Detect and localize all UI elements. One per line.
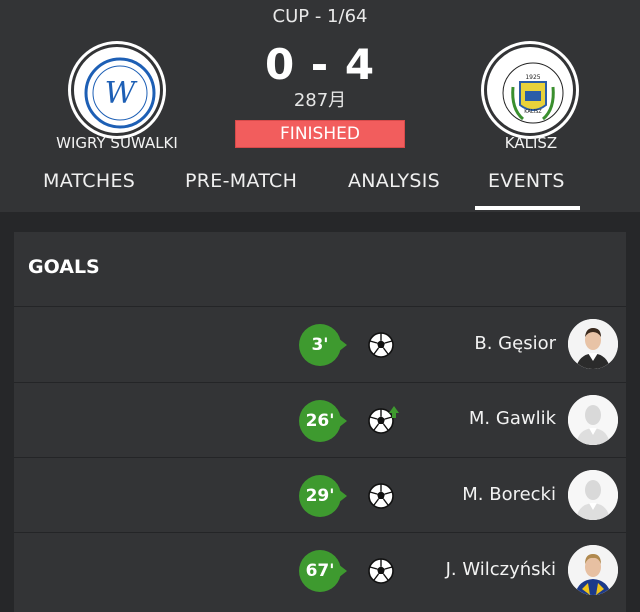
svg-text:KALISZ: KALISZ [524, 109, 542, 115]
section-title: GOALS [28, 256, 100, 278]
tab-pre-match[interactable]: PRE-MATCH [185, 170, 297, 192]
tab-bar: MATCHES PRE-MATCH ANALYSIS EVENTS [0, 168, 640, 212]
goal-row[interactable]: 67' J. Wilczyński [14, 533, 626, 608]
home-team-crest[interactable]: W [71, 44, 163, 136]
match-score: 0 - 4 [264, 40, 376, 89]
goal-row[interactable]: 29' M. Borecki [14, 458, 626, 533]
kalisz-crest-icon: 1925 KALISZ [502, 62, 564, 124]
home-team-name: WIGRY SUWALKI [56, 134, 178, 152]
player-photo-icon [568, 545, 618, 595]
match-status-badge: FINISHED [235, 120, 405, 148]
svg-text:1925: 1925 [525, 74, 540, 81]
goal-minute-badge: 67' [299, 550, 341, 592]
match-header: CUP - 1/64 W WIGRY SUWALKI 0 - 4 287月 FI… [0, 0, 640, 212]
goal-scorer[interactable]: M. Borecki [336, 484, 556, 505]
player-avatar[interactable] [568, 545, 618, 595]
player-photo-icon [568, 319, 618, 369]
active-tab-indicator [475, 206, 580, 210]
goal-minute-badge: 3' [299, 324, 341, 366]
tab-events[interactable]: EVENTS [488, 170, 565, 192]
match-elapsed: 287月 [293, 90, 347, 111]
away-team-crest[interactable]: 1925 KALISZ [484, 44, 576, 136]
goal-row[interactable]: 26' M. Gawlik [14, 383, 626, 458]
player-avatar[interactable] [568, 470, 618, 520]
player-avatar[interactable] [568, 395, 618, 445]
goal-row[interactable]: 3' B. Gęsior [14, 307, 626, 382]
goal-scorer[interactable]: B. Gęsior [336, 333, 556, 354]
goals-card: GOALS 3' B. Gęsior 26' M. Gawlik 29' M. … [14, 232, 626, 612]
tab-matches[interactable]: MATCHES [43, 170, 135, 192]
player-placeholder-icon [568, 470, 618, 520]
goal-scorer[interactable]: M. Gawlik [336, 408, 556, 429]
player-placeholder-icon [568, 395, 618, 445]
tab-analysis[interactable]: ANALYSIS [348, 170, 440, 192]
svg-text:W: W [105, 76, 138, 111]
goal-minute-badge: 29' [299, 475, 341, 517]
goal-scorer[interactable]: J. Wilczyński [336, 559, 556, 580]
wigry-crest-icon: W [84, 57, 156, 129]
player-avatar[interactable] [568, 319, 618, 369]
competition-label: CUP - 1/64 [272, 6, 368, 27]
away-team-name: KALISZ [504, 134, 558, 152]
goal-minute-badge: 26' [299, 400, 341, 442]
